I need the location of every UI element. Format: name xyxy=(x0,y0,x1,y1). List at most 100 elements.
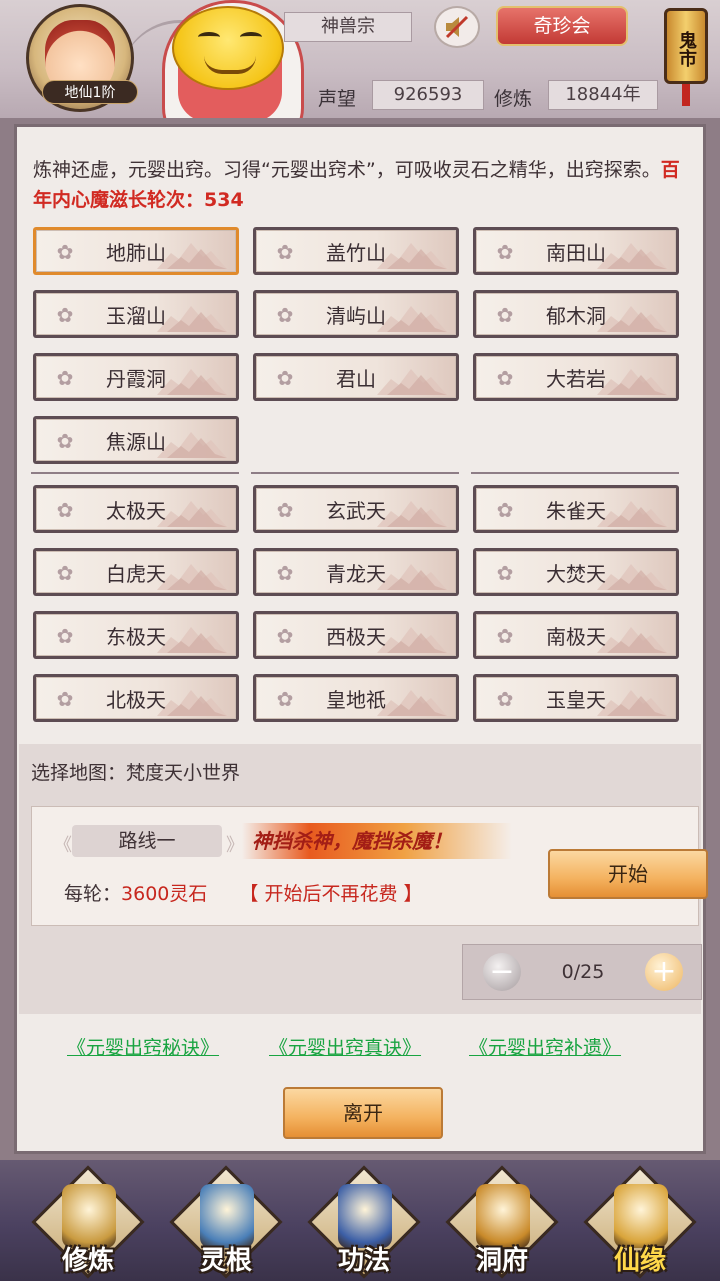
sect-name: 神兽宗 xyxy=(284,12,412,42)
nav-item[interactable]: 仙缘 xyxy=(580,1165,700,1279)
mountain-decoration xyxy=(597,243,667,269)
map-button[interactable]: ✿ 玄武天 xyxy=(253,485,459,533)
map-label: 大若岩 xyxy=(546,366,606,391)
map-button[interactable]: ✿ 太极天 xyxy=(33,485,239,533)
map-button[interactable]: ✿ 青龙天 xyxy=(253,548,459,596)
nav-item[interactable]: 洞府 xyxy=(442,1165,562,1279)
mountain-decoration xyxy=(157,690,227,716)
pavilion-icon xyxy=(476,1184,530,1248)
map-button[interactable]: ✿ 南极天 xyxy=(473,611,679,659)
nav-label: 功法 xyxy=(337,1246,390,1276)
map-button[interactable]: ✿ 丹霞洞 xyxy=(33,353,239,401)
cultivation-label: 修炼 xyxy=(494,88,533,110)
mountain-decoration xyxy=(597,369,667,395)
map-label: 焦源山 xyxy=(106,429,166,454)
mountain-decoration xyxy=(597,501,667,527)
mountain-decoration xyxy=(597,306,667,332)
flower-icon: ✿ xyxy=(56,303,74,327)
map-label: 清屿山 xyxy=(326,303,386,328)
map-button[interactable]: ✿ 东极天 xyxy=(33,611,239,659)
map-label: 皇地祇 xyxy=(326,687,386,712)
map-button[interactable]: ✿ 焦源山 xyxy=(33,416,239,464)
nav-label: 仙缘 xyxy=(613,1246,666,1276)
map-label: 南极天 xyxy=(546,624,606,649)
flower-icon: ✿ xyxy=(56,366,74,390)
guishi-lantern-button[interactable]: 鬼市 xyxy=(660,8,712,106)
map-button[interactable]: ✿ 朱雀天 xyxy=(473,485,679,533)
mountain-decoration xyxy=(157,243,227,269)
flower-icon: ✿ xyxy=(56,240,74,264)
map-button[interactable]: ✿ 玉皇天 xyxy=(473,674,679,722)
slogan-banner: 神挡杀神，魔挡杀魔！ xyxy=(242,823,512,859)
map-label: 玉皇天 xyxy=(546,687,606,712)
mountain-decoration xyxy=(377,243,447,269)
map-button[interactable]: ✿ 君山 xyxy=(253,353,459,401)
map-label: 郁木洞 xyxy=(546,303,606,328)
cost-per-round: 每轮：3600灵石 【 开始后不再花费 】 xyxy=(64,883,423,905)
leave-button[interactable]: 离开 xyxy=(283,1087,443,1139)
nav-item[interactable]: 修炼 xyxy=(28,1165,148,1279)
map-label: 太极天 xyxy=(106,498,166,523)
map-button[interactable]: ✿ 西极天 xyxy=(253,611,459,659)
map-button[interactable]: ✿ 盖竹山 xyxy=(253,227,459,275)
flower-icon: ✿ xyxy=(496,561,514,585)
map-button[interactable]: ✿ 北极天 xyxy=(33,674,239,722)
mountain-decoration xyxy=(597,627,667,653)
cultivation-value: 18844年 xyxy=(548,80,658,110)
map-label: 盖竹山 xyxy=(326,240,386,265)
map-button[interactable]: ✿ 南田山 xyxy=(473,227,679,275)
start-button[interactable]: 开始 xyxy=(548,849,708,899)
divider xyxy=(251,472,459,474)
flower-icon: ✿ xyxy=(496,303,514,327)
reputation-label: 声望 xyxy=(318,88,357,110)
speaker-muted-icon xyxy=(445,15,469,39)
map-label: 大焚天 xyxy=(546,561,606,586)
mountain-decoration xyxy=(377,690,447,716)
map-button[interactable]: ✿ 玉溜山 xyxy=(33,290,239,338)
map-label: 玄武天 xyxy=(326,498,386,523)
map-button[interactable]: ✿ 白虎天 xyxy=(33,548,239,596)
flower-icon: ✿ xyxy=(276,687,294,711)
link-true-manual[interactable]: 《元婴出窍真诀》 xyxy=(269,1033,421,1060)
mountain-decoration xyxy=(157,627,227,653)
plus-icon[interactable]: + xyxy=(644,953,683,991)
left-chevron-icon[interactable]: 《 xyxy=(54,831,72,857)
map-button[interactable]: ✿ 郁木洞 xyxy=(473,290,679,338)
flower-icon: ✿ xyxy=(56,624,74,648)
nav-label: 灵根 xyxy=(199,1246,252,1276)
nav-label: 修炼 xyxy=(61,1246,114,1276)
flower-icon: ✿ xyxy=(276,498,294,522)
qizhen-hui-button[interactable]: 奇珍会 xyxy=(496,6,628,46)
map-label: 南田山 xyxy=(546,240,606,265)
map-button[interactable]: ✿ 皇地祇 xyxy=(253,674,459,722)
nav-item[interactable]: 灵根 xyxy=(166,1165,286,1279)
map-button[interactable]: ✿ 大焚天 xyxy=(473,548,679,596)
nav-item[interactable]: 功法 xyxy=(304,1165,424,1279)
flower-icon: ✿ xyxy=(276,366,294,390)
map-label: 地肺山 xyxy=(106,240,166,265)
map-label: 白虎天 xyxy=(106,561,166,586)
flower-icon: ✿ xyxy=(276,561,294,585)
reputation-value: 926593 xyxy=(372,80,484,110)
map-button[interactable]: ✿ 大若岩 xyxy=(473,353,679,401)
minus-icon[interactable]: − xyxy=(483,953,521,991)
mountain-decoration xyxy=(597,564,667,590)
flower-icon: ✿ xyxy=(496,240,514,264)
link-supplement-manual[interactable]: 《元婴出窍补遗》 xyxy=(469,1033,621,1060)
mountain-decoration xyxy=(377,306,447,332)
link-secret-manual[interactable]: 《元婴出窍秘诀》 xyxy=(67,1033,219,1060)
mountain-decoration xyxy=(157,432,227,458)
map-button[interactable]: ✿ 清屿山 xyxy=(253,290,459,338)
map-button[interactable]: ✿ 地肺山 xyxy=(33,227,239,275)
map-label: 北极天 xyxy=(106,687,166,712)
nav-label: 洞府 xyxy=(475,1246,528,1276)
mountain-decoration xyxy=(157,306,227,332)
main-panel: 炼神还虚，元婴出窍。习得“元婴出窍术”，可吸收灵石之精华，出窍探索。百年内心魔滋… xyxy=(14,124,708,1154)
mountain-decoration xyxy=(377,627,447,653)
gourd-icon xyxy=(614,1184,668,1248)
flower-icon: ✿ xyxy=(496,687,514,711)
flower-icon: ✿ xyxy=(276,624,294,648)
map-label: 青龙天 xyxy=(326,561,386,586)
sound-toggle-button[interactable] xyxy=(434,6,480,48)
route-selector[interactable]: 路线一 xyxy=(72,825,222,857)
